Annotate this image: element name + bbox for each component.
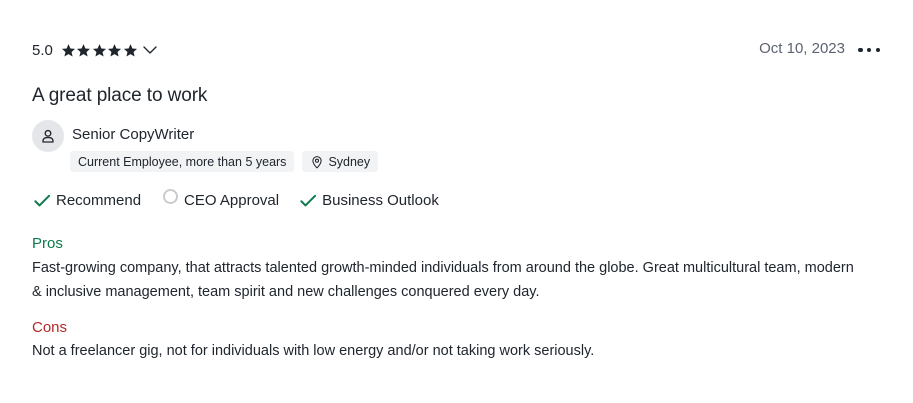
review-card: 5.0 Oct 10, 2023 A great place to work S…: [32, 0, 890, 403]
approval-business-outlook-label: Business Outlook: [322, 191, 439, 209]
star-icon: [61, 43, 76, 58]
approval-ceo-label: CEO Approval: [184, 191, 280, 209]
rating-row: 5.0: [32, 39, 159, 61]
reviewer-tags: Current Employee, more than 5 years Sydn…: [70, 151, 386, 172]
location-pin-icon: [310, 155, 324, 169]
reviewer-job-title: Senior CopyWriter: [72, 126, 195, 143]
location-tag[interactable]: Sydney: [302, 151, 379, 172]
avatar: [32, 120, 64, 152]
cons-text: Not a freelancer gig, not for individual…: [32, 343, 595, 359]
approval-recommend-label: Recommend: [56, 191, 142, 209]
checkmark-icon: [298, 190, 318, 210]
employment-tag-label: Current Employee, more than 5 years: [78, 154, 287, 169]
star-rating: [61, 43, 139, 58]
more-dot: [866, 47, 872, 53]
star-icon: [107, 43, 122, 58]
employment-tag: Current Employee, more than 5 years: [70, 151, 295, 172]
more-dot: [875, 47, 880, 53]
more-horizontal-icon: [858, 47, 863, 53]
more-options-button[interactable]: [858, 47, 880, 53]
location-tag-label: Sydney: [328, 154, 371, 169]
review-date: Oct 10, 2023: [759, 40, 845, 57]
approval-ratings: Recommend CEO Approval Business Outlook: [32, 188, 458, 210]
pros-heading: Pros: [32, 235, 63, 252]
user-icon: [42, 129, 54, 143]
checkmark-icon: [32, 190, 52, 210]
review-title: A great place to work: [32, 85, 208, 106]
approval-ceo: CEO Approval: [160, 188, 280, 210]
empty-circle-icon: [160, 188, 180, 210]
cons-heading: Cons: [32, 319, 68, 336]
pros-text: Fast-growing company, that attracts tale…: [32, 260, 854, 300]
star-icon: [92, 43, 107, 58]
approval-recommend: Recommend: [32, 190, 141, 210]
approval-business-outlook: Business Outlook: [298, 190, 439, 210]
star-icon: [123, 43, 138, 58]
chevron-down-icon[interactable]: [141, 41, 159, 59]
star-icon: [76, 43, 91, 58]
rating-value: 5.0: [32, 41, 53, 59]
